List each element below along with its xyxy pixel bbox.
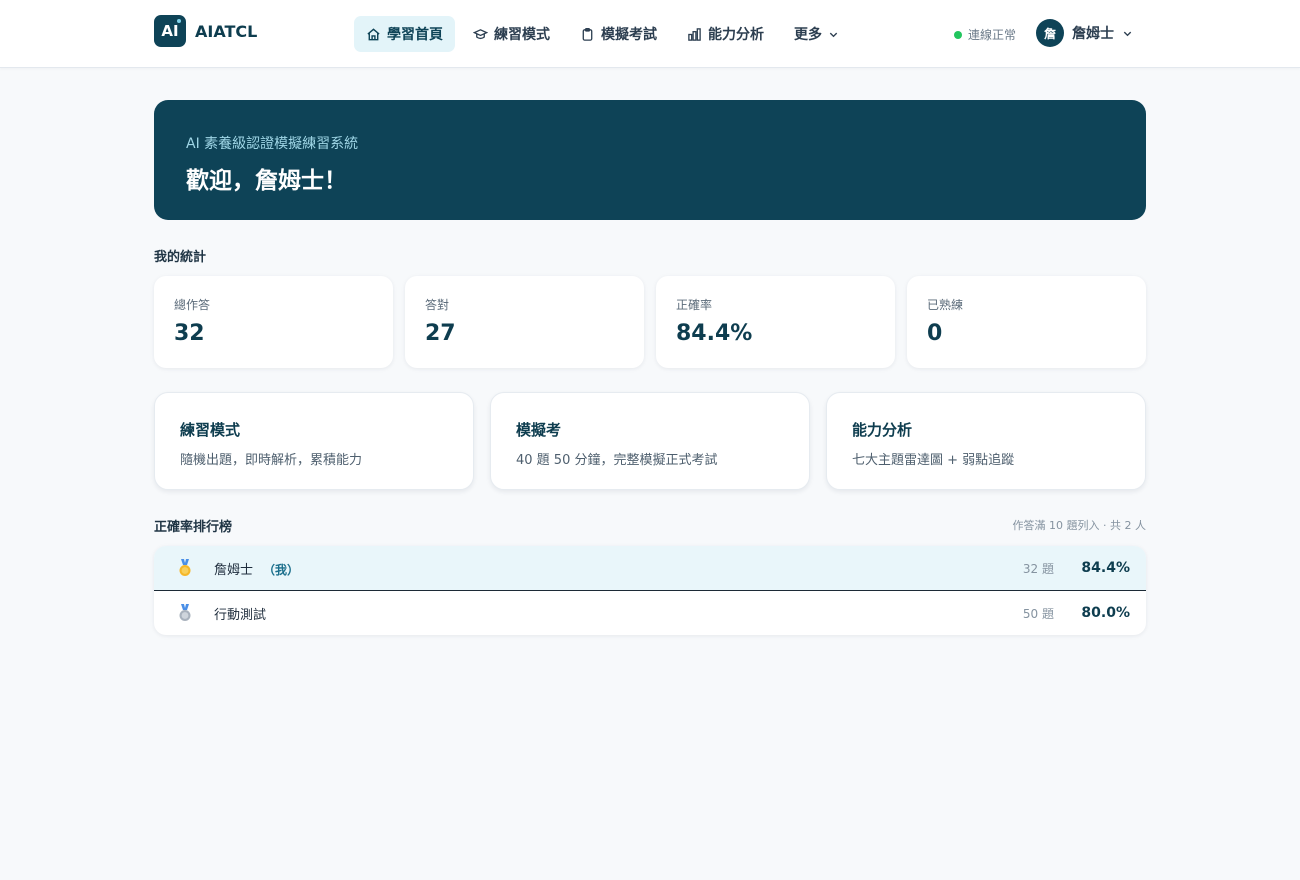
- bar-chart-icon: [688, 27, 701, 41]
- mode-card-description: 40 題 50 分鐘，完整模擬正式考試: [516, 453, 718, 468]
- stat-value: 0: [927, 321, 943, 346]
- mock-exam-card[interactable]: 模擬考 40 題 50 分鐘，完整模擬正式考試: [490, 392, 810, 490]
- stat-card-mastered: 已熟練 0: [907, 276, 1146, 368]
- banner-subtitle: AI 素養級認證模擬練習系統: [186, 136, 359, 152]
- brand-name: AIATCL: [195, 21, 258, 41]
- nav-item-practice[interactable]: 練習模式: [461, 16, 562, 52]
- user-name: 詹姆士: [1072, 26, 1114, 42]
- leaderboard-name-cell: 詹姆士 （我）: [214, 559, 299, 578]
- brand[interactable]: AI AIATCL: [154, 15, 257, 47]
- stat-label: 正確率: [676, 298, 713, 312]
- stat-label: 已熟練: [927, 298, 964, 312]
- practice-mode-card[interactable]: 練習模式 隨機出題，即時解析，累積能力: [154, 392, 474, 490]
- gold-medal-icon: [179, 559, 191, 576]
- stat-label: 答對: [425, 298, 450, 312]
- mode-card-description: 七大主題雷達圖 + 弱點追蹤: [852, 453, 1015, 468]
- brand-logo: AI: [154, 15, 186, 47]
- logo-spark-icon: [177, 19, 181, 23]
- stat-card-total: 總作答 32: [154, 276, 393, 368]
- mode-card-description: 隨機出題，即時解析，累積能力: [180, 453, 363, 468]
- connection-status-label: 連線正常: [968, 28, 1017, 42]
- nav-item-label: 學習首頁: [387, 27, 443, 43]
- nav-item-more[interactable]: 更多: [782, 16, 851, 52]
- chevron-down-icon: [1123, 31, 1132, 36]
- connection-status: 連線正常: [954, 26, 1016, 43]
- stat-card-accuracy: 正確率 84.4%: [656, 276, 895, 368]
- leaderboard-count: 32 題: [1022, 561, 1054, 576]
- nav-item-exam[interactable]: 模擬考試: [568, 16, 669, 52]
- mode-card-title: 練習模式: [180, 421, 241, 439]
- leaderboard-row: 詹姆士 （我） 32 題 84.4%: [154, 546, 1146, 591]
- stat-value: 32: [174, 321, 205, 346]
- leaderboard-title: 正確率排行榜: [154, 520, 233, 535]
- nav-item-home[interactable]: 學習首頁: [354, 16, 455, 52]
- me-badge: （我）: [263, 562, 300, 577]
- leaderboard-rate: 80.0%: [1081, 605, 1130, 621]
- welcome-banner: AI 素養級認證模擬練習系統 歡迎，詹姆士！: [154, 100, 1146, 220]
- mode-cards: 練習模式 隨機出題，即時解析，累積能力 模擬考 40 題 50 分鐘，完整模擬正…: [154, 392, 1146, 490]
- leaderboard-row: 行動測試 50 題 80.0%: [154, 591, 1146, 635]
- nav-item-label: 模擬考試: [601, 27, 657, 43]
- silver-medal-icon: [179, 604, 191, 621]
- chevron-down-icon: [829, 32, 838, 37]
- leaderboard-name: 行動測試: [214, 607, 267, 623]
- leaderboard-count: 50 題: [1022, 606, 1054, 621]
- main-nav: 學習首頁 練習模式 模擬考試 能力分析 更多: [354, 16, 857, 52]
- nav-item-label: 能力分析: [708, 27, 764, 43]
- leaderboard-name: 詹姆士: [214, 562, 254, 578]
- status-dot-icon: [954, 30, 962, 39]
- ability-analysis-card[interactable]: 能力分析 七大主題雷達圖 + 弱點追蹤: [826, 392, 1146, 490]
- stat-card-correct: 答對 27: [405, 276, 644, 368]
- user-menu[interactable]: 詹 詹姆士: [1036, 19, 1133, 47]
- banner-title: 歡迎，詹姆士！: [186, 168, 347, 194]
- avatar: 詹: [1036, 19, 1064, 47]
- stat-label: 總作答: [174, 298, 211, 312]
- mode-card-title: 能力分析: [852, 421, 913, 439]
- nav-item-label: 練習模式: [494, 27, 550, 43]
- stat-value: 27: [425, 321, 456, 346]
- nav-item-label: 更多: [794, 27, 822, 43]
- leaderboard-rate: 84.4%: [1081, 560, 1130, 576]
- clipboard-icon: [582, 27, 593, 41]
- mode-card-title: 模擬考: [516, 421, 562, 439]
- brand-logo-text: AI: [161, 22, 179, 40]
- leaderboard-list: 詹姆士 （我） 32 題 84.4% 行動測試 50 題 80.0%: [154, 546, 1146, 635]
- graduation-cap-icon: [473, 28, 488, 39]
- leaderboard-note: 作答滿 10 題列入 · 共 2 人: [1012, 519, 1146, 532]
- nav-item-analysis[interactable]: 能力分析: [675, 16, 776, 52]
- stats-grid: 總作答 32 答對 27 正確率 84.4% 已熟練 0: [154, 276, 1146, 368]
- stat-value: 84.4%: [676, 321, 753, 346]
- stats-section-title: 我的統計: [154, 250, 207, 265]
- top-navigation-bar: AI AIATCL 學習首頁 練習模式 模擬考試 能力分析 更多 連線正常 詹 …: [0, 0, 1300, 68]
- home-icon: [367, 27, 380, 40]
